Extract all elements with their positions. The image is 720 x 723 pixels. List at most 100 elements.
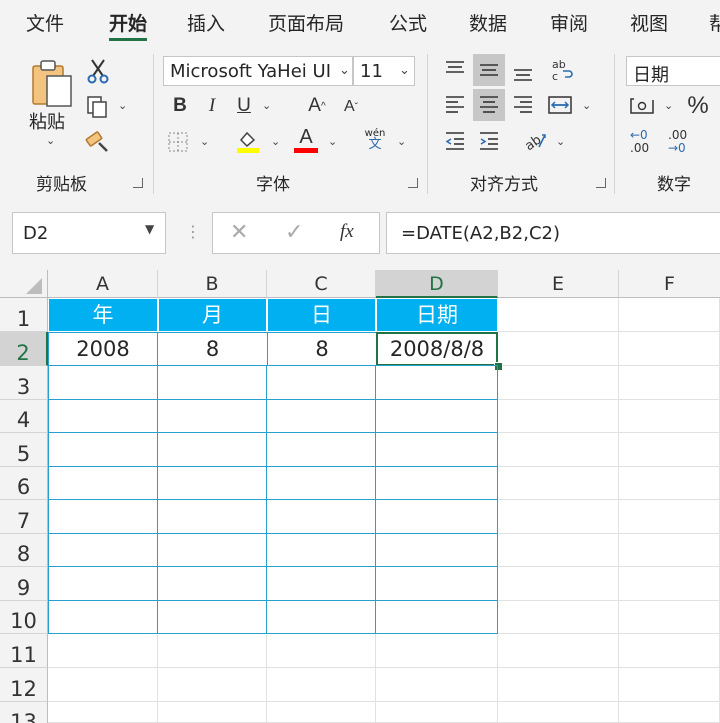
row-header-11[interactable]: 11 xyxy=(0,634,48,668)
cell-c8[interactable] xyxy=(266,533,376,567)
accounting-dropdown-icon[interactable]: ⌄ xyxy=(664,99,673,112)
cell-b11[interactable] xyxy=(158,634,267,668)
tab-review[interactable]: 审阅 xyxy=(550,9,588,36)
cell-e10[interactable] xyxy=(498,601,619,634)
cell-d3[interactable] xyxy=(375,365,498,400)
font-dialog-launcher-icon[interactable] xyxy=(408,178,418,188)
alignment-dialog-launcher-icon[interactable] xyxy=(596,178,606,188)
phonetic-dropdown-icon[interactable]: ⌄ xyxy=(397,135,406,148)
cell-b2[interactable]: 8 xyxy=(157,332,268,366)
cell-f2[interactable] xyxy=(619,332,720,366)
paste-icon[interactable] xyxy=(28,58,76,108)
cell-d7[interactable] xyxy=(375,499,498,534)
cell-a10[interactable] xyxy=(48,600,158,634)
row-header-1[interactable]: 1 xyxy=(0,298,48,332)
fill-color-icon[interactable] xyxy=(234,128,262,154)
row-header-7[interactable]: 7 xyxy=(0,500,48,534)
cell-b9[interactable] xyxy=(157,566,267,601)
font-size-dropdown-icon[interactable]: ⌄ xyxy=(399,63,410,78)
cell-d6[interactable] xyxy=(375,466,498,500)
cell-c4[interactable] xyxy=(266,399,376,433)
name-box-dropdown-icon[interactable]: ▼ xyxy=(145,222,154,236)
cell-a9[interactable] xyxy=(48,566,158,601)
cell-e9[interactable] xyxy=(498,567,619,601)
tab-data[interactable]: 数据 xyxy=(469,9,507,36)
cell-d2-selected[interactable]: 2008/8/8 xyxy=(376,332,498,366)
italic-button[interactable]: I xyxy=(201,94,223,118)
tab-file[interactable]: 文件 xyxy=(26,9,64,36)
wrap-text-icon[interactable]: ab c xyxy=(548,56,576,84)
cell-e12[interactable] xyxy=(498,668,619,702)
row-header-2[interactable]: 2 xyxy=(0,332,48,366)
phonetic-guide-button[interactable]: wén 文 xyxy=(362,128,388,151)
cell-d4[interactable] xyxy=(375,399,498,433)
cell-f12[interactable] xyxy=(619,668,720,702)
cell-f5[interactable] xyxy=(619,433,720,467)
cell-c1[interactable]: 日 xyxy=(267,298,376,332)
row-header-12[interactable]: 12 xyxy=(0,668,48,702)
column-header-c[interactable]: C xyxy=(267,270,376,298)
orientation-icon[interactable]: ab xyxy=(522,128,550,154)
cell-b12[interactable] xyxy=(158,668,267,702)
cell-d12[interactable] xyxy=(376,668,498,702)
align-right-icon[interactable] xyxy=(510,92,536,118)
cell-e6[interactable] xyxy=(498,467,619,500)
column-header-d[interactable]: D xyxy=(376,270,498,298)
copy-dropdown-icon[interactable]: ⌄ xyxy=(118,99,127,112)
column-header-e[interactable]: E xyxy=(498,270,619,298)
name-box[interactable]: D2 xyxy=(12,212,166,254)
format-painter-icon[interactable] xyxy=(84,128,112,154)
cell-c13[interactable] xyxy=(267,702,376,723)
font-color-button[interactable]: A xyxy=(292,126,320,154)
paste-button-label[interactable]: 粘贴 xyxy=(29,108,65,134)
cell-b6[interactable] xyxy=(157,466,267,500)
number-format-combo[interactable]: 日期 xyxy=(626,56,720,86)
borders-icon[interactable] xyxy=(166,130,190,154)
formula-input[interactable]: =DATE(A2,B2,C2) xyxy=(386,212,720,254)
insert-function-button[interactable]: fx xyxy=(340,221,354,243)
row-header-5[interactable]: 5 xyxy=(0,433,48,467)
cell-e11[interactable] xyxy=(498,634,619,668)
cell-e5[interactable] xyxy=(498,433,619,467)
grow-font-button[interactable]: A ^ xyxy=(306,94,328,118)
cell-c7[interactable] xyxy=(266,499,376,534)
cell-f8[interactable] xyxy=(619,534,720,567)
orientation-dropdown-icon[interactable]: ⌄ xyxy=(556,135,565,148)
underline-button[interactable]: U xyxy=(233,94,255,118)
increase-decimal-button[interactable]: ←0 .00 xyxy=(630,129,649,155)
formula-bar-grip-icon[interactable]: ⋮ xyxy=(185,222,201,241)
cell-f7[interactable] xyxy=(619,500,720,534)
cell-a4[interactable] xyxy=(48,399,158,433)
cell-c11[interactable] xyxy=(267,634,376,668)
percent-style-button[interactable]: % xyxy=(684,92,712,120)
shrink-font-button[interactable]: Aˇ xyxy=(340,96,362,118)
cell-a13[interactable] xyxy=(48,702,158,723)
cell-a3[interactable] xyxy=(48,365,158,400)
cell-f9[interactable] xyxy=(619,567,720,601)
cell-e8[interactable] xyxy=(498,534,619,567)
cell-b7[interactable] xyxy=(157,499,267,534)
cell-b5[interactable] xyxy=(157,432,267,467)
cell-f10[interactable] xyxy=(619,601,720,634)
underline-dropdown-icon[interactable]: ⌄ xyxy=(262,99,271,112)
select-all-button[interactable] xyxy=(0,270,48,298)
column-header-f[interactable]: F xyxy=(619,270,720,298)
align-left-icon[interactable] xyxy=(442,92,468,118)
cell-c9[interactable] xyxy=(266,566,376,601)
cell-d10[interactable] xyxy=(375,600,498,634)
align-bottom-icon[interactable] xyxy=(510,60,536,86)
cell-f13[interactable] xyxy=(619,702,720,723)
font-name-dropdown-icon[interactable]: ⌄ xyxy=(339,63,350,78)
cell-c5[interactable] xyxy=(266,432,376,467)
cell-b4[interactable] xyxy=(157,399,267,433)
cell-c12[interactable] xyxy=(267,668,376,702)
cell-a5[interactable] xyxy=(48,432,158,467)
tab-help[interactable]: 帮 xyxy=(709,9,720,36)
clipboard-dialog-launcher-icon[interactable] xyxy=(133,178,143,188)
cell-a8[interactable] xyxy=(48,533,158,567)
align-center-icon[interactable] xyxy=(473,89,505,121)
cell-c10[interactable] xyxy=(266,600,376,634)
column-header-a[interactable]: A xyxy=(48,270,158,298)
cell-f6[interactable] xyxy=(619,467,720,500)
decrease-decimal-button[interactable]: .00 →0 xyxy=(668,129,687,155)
